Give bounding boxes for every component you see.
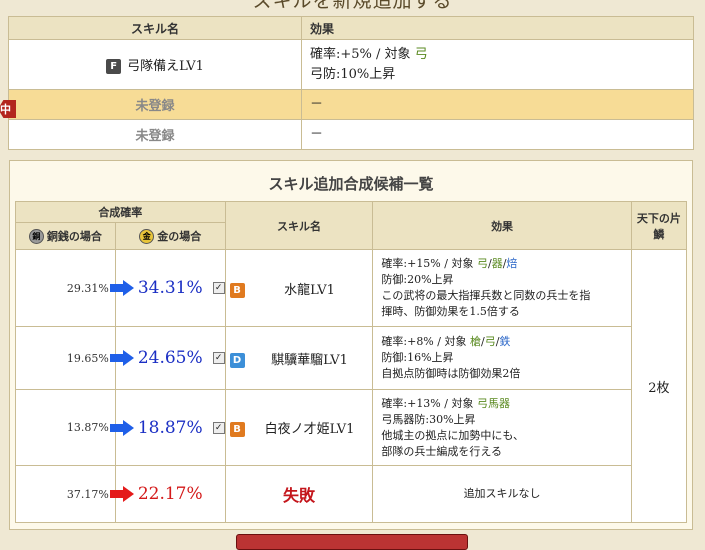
arrow-right-icon (109, 419, 134, 436)
skill-effect: － (301, 89, 694, 120)
skill-name: 白夜ノ才姫LV1 (264, 422, 355, 437)
skill-row-empty[interactable]: 未登録 － (8, 89, 694, 120)
skill-name: 騏驥華騮LV1 (271, 352, 348, 368)
copper-rate: 13.87% (15, 389, 116, 466)
gold-coin-icon: 金 (139, 229, 155, 245)
arrow-right-red-icon (109, 486, 134, 502)
skill-name: 未登録 (8, 89, 302, 120)
arrow-right-icon (109, 280, 134, 296)
col-copper: 銅銅銭の場合 (15, 222, 116, 250)
select-checkbox[interactable]: ✓ (212, 421, 225, 434)
col-skill-name: スキル名 (8, 16, 302, 40)
select-checkbox[interactable]: ✓ (212, 282, 225, 294)
gold-rate: 34.31% (137, 278, 203, 298)
gold-rate: 24.65% (137, 348, 203, 368)
col-gold: 金金の場合 (114, 222, 226, 250)
col-skill-name: スキル名 (224, 201, 374, 250)
arrow-right-icon (109, 350, 134, 366)
col-tenka: 天下の片鱗 (630, 201, 688, 250)
col-effect: 効果 (301, 16, 694, 40)
gold-rate: 22.17% (137, 484, 203, 504)
skill-effect: 確率:+13% / 対象 弓馬器 弓馬器防:30%上昇 他城主の拠点に加勢中にも… (372, 389, 632, 466)
skill-effect: 追加スキルなし (372, 465, 632, 523)
current-skills-table: スキル名 効果 F 弓隊備えLV1 確率:+5% / 対象 弓 弓防:10%上昇 … (8, 16, 694, 150)
col-effect: 効果 (372, 201, 632, 250)
candidate-row: 19.65% 24.65% ✓ D 騏驥華騮LV1 確率:+8% / 対象 槍/弓/… (15, 326, 687, 390)
col-rate: 合成確率 (15, 201, 226, 223)
skill-rank-badge: B (229, 422, 245, 437)
skill-effect: 確率:+8% / 対象 槍/弓/鉄 防御:16%上昇 自拠点防御時は防御効果2倍 (372, 326, 632, 390)
skill-rank-badge: B (229, 282, 245, 298)
skill-name: 水龍LV1 (284, 282, 335, 298)
skill-effect: － (301, 119, 694, 150)
candidate-panel: スキル追加合成候補一覧 合成確率 スキル名 効果 天下の片鱗 銅銅銭の場合 金金… (9, 160, 693, 530)
tenka-value: 2枚 (630, 249, 688, 523)
skill-name: 未登録 (8, 119, 302, 150)
candidate-row: 13.87% 18.87% ✓ B 白夜ノ才姫LV1 確率:+13% / 対象 弓馬… (15, 389, 687, 466)
selected-row-marker-label: 中 (0, 103, 11, 116)
candidate-row-fail: 37.17% 22.17% 失敗 追加スキルなし (15, 465, 687, 523)
copper-rate: 19.65% (15, 326, 116, 390)
gold-rate: 18.87% (137, 417, 203, 438)
skill-effect: 確率:+5% / 対象 弓 弓防:10%上昇 (301, 39, 694, 90)
skill-rank-badge: F (106, 59, 122, 74)
skill-rank-badge: D (229, 352, 245, 368)
candidate-row: 29.31% 34.31% ✓ B 水龍LV1 確率:+15% / 対象 弓/器/焙… (15, 249, 688, 523)
candidate-table: 合成確率 スキル名 効果 天下の片鱗 銅銅銭の場合 金金の場合 29.31% 3… (15, 201, 688, 523)
candidate-panel-title: スキル追加合成候補一覧 (268, 175, 434, 193)
copper-rate: 37.17% (15, 465, 116, 523)
skill-row-empty[interactable]: 未登録 － (8, 119, 694, 150)
skill-effect: 確率:+15% / 対象 弓/器/焙 防御:20%上昇 この武将の最大指揮兵数と… (372, 249, 632, 327)
fail-label: 失敗 (283, 486, 316, 505)
skill-row: F 弓隊備えLV1 確率:+5% / 対象 弓 弓防:10%上昇 (8, 39, 694, 90)
compose-button[interactable] (236, 534, 468, 550)
select-checkbox[interactable]: ✓ (212, 352, 225, 364)
page-title: スキルを新規追加する (252, 0, 453, 12)
copper-coin-icon: 銅 (28, 229, 44, 245)
copper-rate: 29.31% (15, 249, 116, 327)
skill-name: 弓隊備えLV1 (127, 59, 204, 74)
